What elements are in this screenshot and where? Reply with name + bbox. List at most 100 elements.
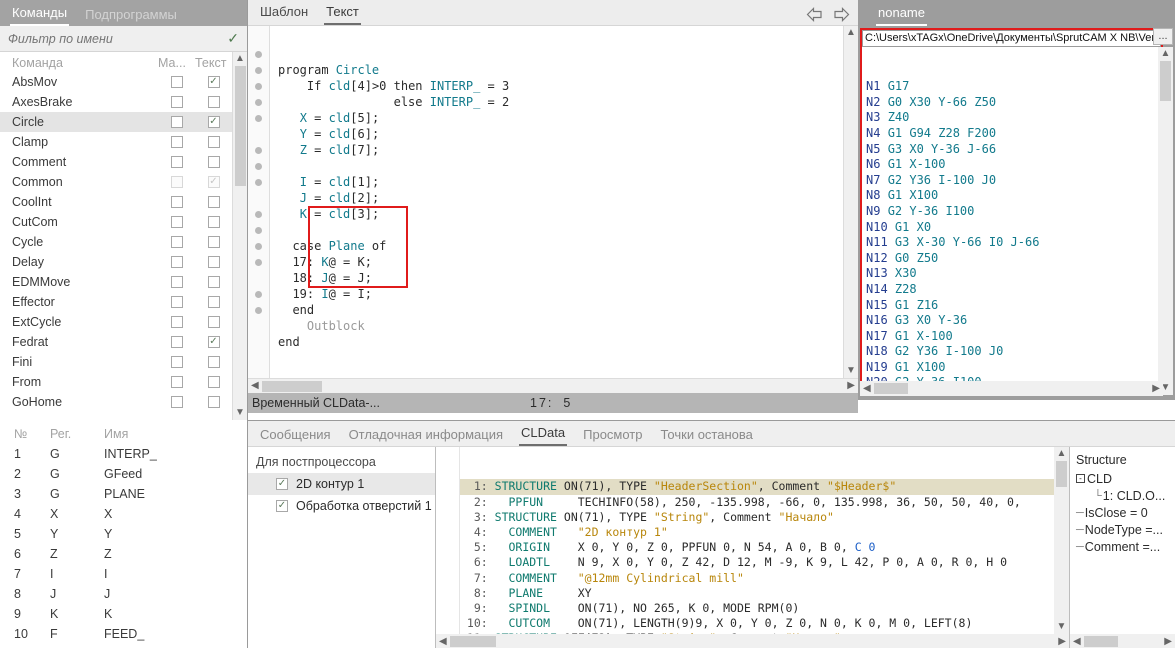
list-item[interactable]: ✓2D контур 1 — [248, 473, 435, 495]
breakpoint-dot[interactable] — [255, 179, 262, 186]
nc-code[interactable]: N1 G17N2 G0 X30 Y-66 Z50N3 Z40N4 G1 G94 … — [862, 47, 1161, 395]
table-row[interactable]: ExtCycle — [0, 312, 232, 332]
tree-node[interactable]: └1: CLD.O... — [1070, 487, 1175, 504]
cldata-line[interactable]: 1: STRUCTURE ON(71), TYPE "HeaderSection… — [460, 479, 1069, 494]
table-row[interactable]: 6ZZ — [0, 544, 247, 564]
table-row[interactable]: CoolInt — [0, 192, 232, 212]
cldata-line[interactable]: 8: PLANE XY — [460, 586, 1069, 601]
scroll-left-icon[interactable]: ◀ — [860, 384, 874, 394]
scroll-thumb[interactable] — [1056, 461, 1067, 487]
scroll-right-icon[interactable]: ▶ — [844, 381, 858, 391]
scroll-left-icon[interactable]: ◀ — [1070, 637, 1084, 647]
scroll-down-icon[interactable]: ▼ — [846, 364, 856, 378]
table-row[interactable]: Delay — [0, 252, 232, 272]
table-row[interactable]: 7II — [0, 564, 247, 584]
tree-node[interactable]: -CLD — [1070, 470, 1175, 487]
table-row[interactable]: Clamp — [0, 132, 232, 152]
list-item[interactable]: ✓Обработка отверстий 1 — [248, 495, 435, 517]
checkbox-macro[interactable] — [171, 136, 183, 148]
checkbox-text[interactable] — [208, 96, 220, 108]
checkbox-enable[interactable]: ✓ — [276, 500, 288, 512]
checkbox-text[interactable] — [208, 276, 220, 288]
table-row[interactable]: EDMMove — [0, 272, 232, 292]
breakpoint-dot[interactable] — [255, 307, 262, 314]
breakpoint-dot[interactable] — [255, 147, 262, 154]
scroll-left-icon[interactable]: ◀ — [248, 381, 262, 391]
tab-messages[interactable]: Сообщения — [258, 422, 333, 446]
checkbox-macro[interactable] — [171, 356, 183, 368]
scroll-thumb[interactable] — [235, 66, 246, 186]
checkbox-macro[interactable] — [171, 396, 183, 408]
breakpoint-dot[interactable] — [255, 291, 262, 298]
table-row[interactable]: 8JJ — [0, 584, 247, 604]
checkbox-text[interactable] — [208, 156, 220, 168]
checkbox-text[interactable] — [208, 296, 220, 308]
checkbox-text[interactable]: ✓ — [208, 116, 220, 128]
checkbox-macro[interactable] — [171, 276, 183, 288]
structure-horizontal-scrollbar[interactable]: ◀ ▶ — [1070, 634, 1175, 648]
tab-subprograms[interactable]: Подпрограммы — [83, 2, 179, 26]
scroll-down-icon[interactable]: ▼ — [1057, 620, 1067, 634]
checkbox-macro[interactable] — [171, 216, 183, 228]
filter-input[interactable] — [8, 32, 227, 46]
cldata-line[interactable]: 5: ORIGIN X 0, Y 0, Z 0, PPFUN 0, N 54, … — [460, 540, 1069, 555]
checkbox-text[interactable] — [208, 256, 220, 268]
cldata-line[interactable]: 7: COMMENT "@12mm Cylindrical mill" — [460, 571, 1069, 586]
scroll-right-icon[interactable]: ▶ — [1055, 637, 1069, 647]
table-row[interactable]: Comment — [0, 152, 232, 172]
scroll-thumb[interactable] — [262, 381, 322, 392]
scroll-up-icon[interactable]: ▲ — [846, 26, 856, 40]
check-icon[interactable]: ✓ — [227, 30, 239, 47]
commands-scrollbar[interactable]: ▲ ▼ — [232, 52, 247, 420]
arrow-left-icon[interactable] — [806, 7, 823, 22]
tab-cldata[interactable]: CLData — [519, 420, 567, 446]
cldata-line[interactable]: 9: SPINDL ON(71), NO 265, K 0, MODE RPM(… — [460, 601, 1069, 616]
editor-gutter[interactable] — [248, 26, 270, 378]
breakpoint-dot[interactable] — [255, 259, 262, 266]
table-row[interactable]: 10FFEED_ — [0, 624, 247, 644]
checkbox-text[interactable] — [208, 196, 220, 208]
checkbox-text[interactable]: ✓ — [208, 176, 220, 188]
breakpoint-dot[interactable] — [255, 211, 262, 218]
nc-horizontal-scrollbar[interactable]: ◀ ▶ — [860, 381, 1163, 396]
checkbox-text[interactable] — [208, 136, 220, 148]
scroll-right-icon[interactable]: ▶ — [1161, 637, 1175, 647]
tab-text[interactable]: Текст — [324, 0, 361, 25]
col-header-name[interactable]: Имя — [100, 427, 247, 441]
breakpoint-dot[interactable] — [255, 99, 262, 106]
checkbox-macro[interactable] — [171, 316, 183, 328]
tab-preview[interactable]: Просмотр — [581, 422, 644, 446]
checkbox-macro[interactable] — [171, 376, 183, 388]
table-row[interactable]: Fini — [0, 352, 232, 372]
tree-node[interactable]: ─IsClose = 0 — [1070, 504, 1175, 521]
tab-template[interactable]: Шаблон — [258, 0, 310, 25]
tab-breakpoints[interactable]: Точки останова — [659, 422, 755, 446]
breakpoint-dot[interactable] — [255, 67, 262, 74]
breakpoint-dot[interactable] — [255, 243, 262, 250]
table-row[interactable]: 9KK — [0, 604, 247, 624]
checkbox-text[interactable] — [208, 236, 220, 248]
table-row[interactable]: CutCom — [0, 212, 232, 232]
checkbox-macro[interactable] — [171, 96, 183, 108]
col-header-command[interactable]: Команда — [0, 56, 158, 70]
tree-node[interactable]: ─NodeType =... — [1070, 521, 1175, 538]
checkbox-text[interactable]: ✓ — [208, 336, 220, 348]
checkbox-text[interactable] — [208, 216, 220, 228]
checkbox-text[interactable]: ✓ — [208, 76, 220, 88]
tab-noname[interactable]: noname — [876, 0, 927, 26]
nc-vertical-scrollbar[interactable]: ▲ ▼ — [1158, 47, 1173, 395]
scroll-up-icon[interactable]: ▲ — [1161, 47, 1171, 61]
editor-code[interactable]: program Circle If cld[4]>0 then INTERP_ … — [270, 26, 843, 378]
checkbox-macro[interactable] — [171, 76, 183, 88]
cldata-code[interactable]: 1: STRUCTURE ON(71), TYPE "HeaderSection… — [460, 447, 1069, 634]
editor-vertical-scrollbar[interactable]: ▲ ▼ — [843, 26, 858, 378]
scroll-up-icon[interactable]: ▲ — [235, 52, 245, 66]
arrow-right-icon[interactable] — [833, 7, 850, 22]
breakpoint-dot[interactable] — [255, 83, 262, 90]
scroll-up-icon[interactable]: ▲ — [1057, 447, 1067, 461]
scroll-right-icon[interactable]: ▶ — [1149, 384, 1163, 394]
scroll-thumb[interactable] — [450, 636, 496, 647]
table-row[interactable]: Fedrat✓ — [0, 332, 232, 352]
col-header-reg[interactable]: Рег. — [44, 427, 100, 441]
cldata-horizontal-scrollbar[interactable]: ◀ ▶ — [436, 634, 1069, 648]
